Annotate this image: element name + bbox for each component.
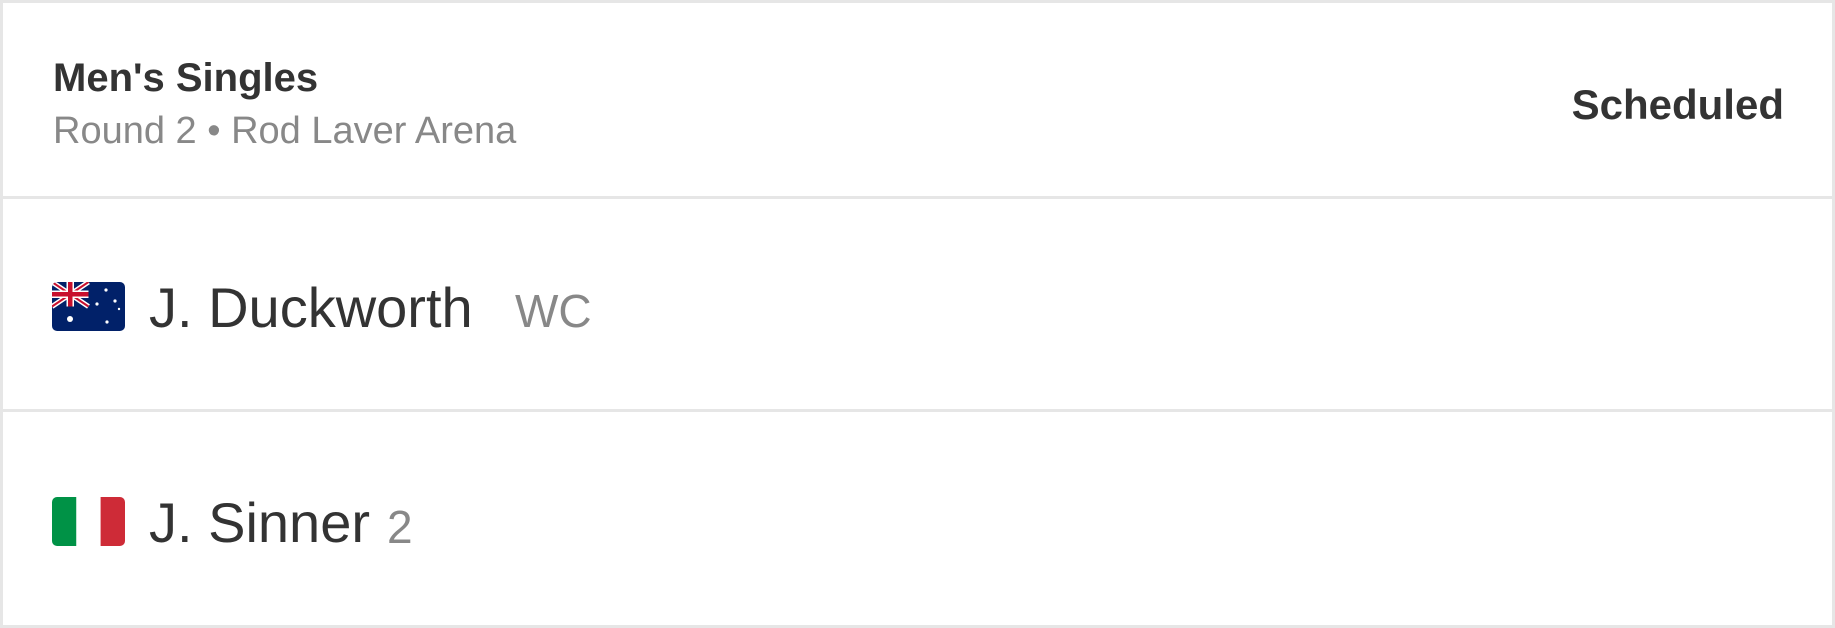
player-row[interactable]: J. Sinner 2 bbox=[3, 412, 1832, 625]
player-row[interactable]: J. Duckworth WC bbox=[3, 199, 1832, 412]
player-name[interactable]: J. Sinner bbox=[149, 490, 370, 555]
match-card[interactable]: Men's Singles Round 2 • Rod Laver Arena … bbox=[0, 0, 1835, 628]
event-title: Men's Singles bbox=[53, 56, 319, 100]
australia-flag-icon bbox=[52, 282, 125, 331]
player-seed: WC bbox=[515, 285, 592, 337]
player-name[interactable]: J. Duckworth bbox=[149, 275, 473, 340]
italy-flag-icon bbox=[52, 497, 125, 546]
round-venue: Round 2 • Rod Laver Arena bbox=[53, 110, 517, 152]
player-seed: 2 bbox=[387, 501, 413, 553]
match-header: Men's Singles Round 2 • Rod Laver Arena … bbox=[3, 3, 1832, 199]
match-status: Scheduled bbox=[1571, 81, 1784, 128]
